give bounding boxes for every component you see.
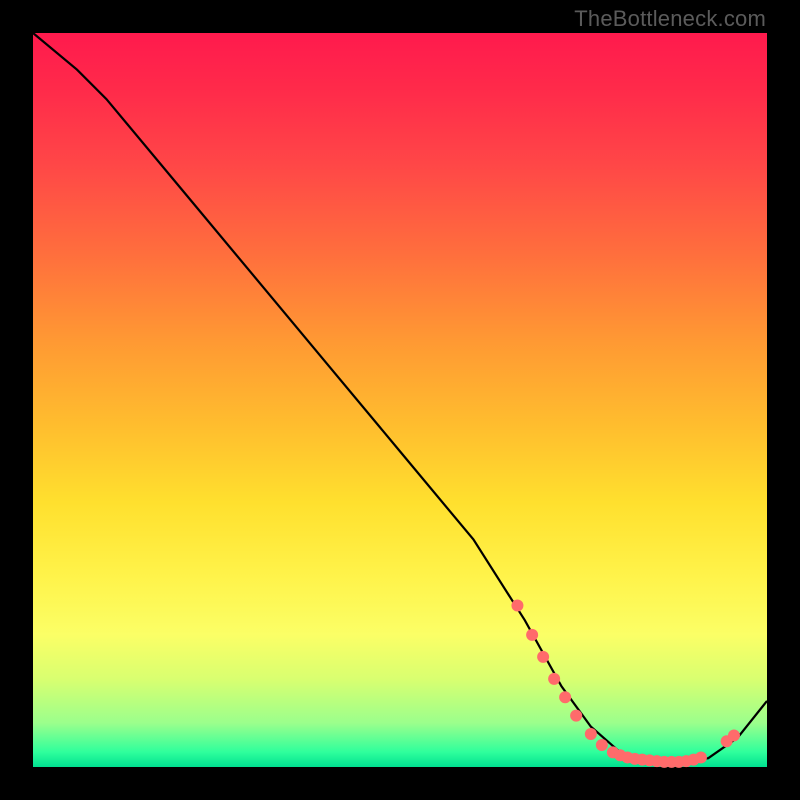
curve-markers — [511, 600, 740, 768]
curve-marker — [695, 751, 707, 763]
curve-marker — [728, 729, 740, 741]
watermark-text: TheBottleneck.com — [574, 6, 766, 32]
curve-marker — [585, 728, 597, 740]
plot-area — [33, 33, 767, 767]
curve-marker — [596, 739, 608, 751]
curve-line — [33, 33, 767, 763]
curve-marker — [570, 710, 582, 722]
chart-svg — [33, 33, 767, 767]
curve-marker — [548, 673, 560, 685]
curve-marker — [526, 629, 538, 641]
curve-marker — [511, 600, 523, 612]
curve-marker — [537, 651, 549, 663]
chart-frame: TheBottleneck.com — [0, 0, 800, 800]
curve-marker — [559, 691, 571, 703]
